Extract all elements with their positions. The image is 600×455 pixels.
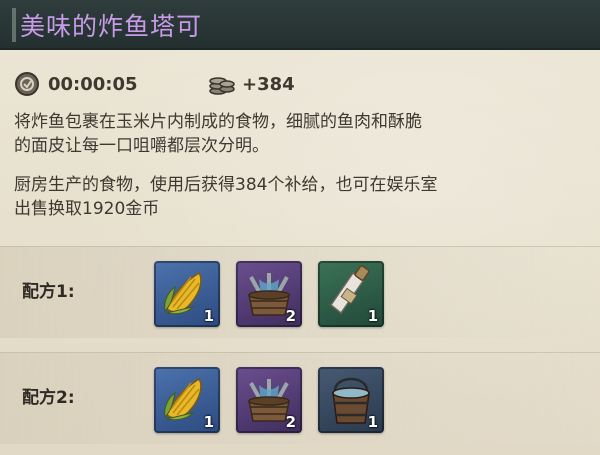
ingredient-slot-fish-basket[interactable]: 2 bbox=[236, 367, 302, 433]
ingredient-slot-fish-basket[interactable]: 2 bbox=[236, 261, 302, 327]
ingredient-quantity: 1 bbox=[203, 413, 214, 431]
ingredient-slot-corn[interactable]: 1 bbox=[154, 261, 220, 327]
item-detail-panel: 美味的炸鱼塔可 00:00:05 +384 将炸鱼包裹在玉米片内制成的食物，细腻… bbox=[0, 0, 600, 455]
ingredient-slot-water-bucket[interactable]: 1 bbox=[318, 367, 384, 433]
coin-stack-icon bbox=[208, 71, 235, 97]
ingredient-slot-corn[interactable]: 1 bbox=[154, 367, 220, 433]
production-time-value: 00:00:05 bbox=[48, 73, 138, 95]
supply-reward-value: +384 bbox=[242, 73, 295, 95]
description-line: 厨房生产的食物，使用后获得384个补给，也可在娱乐室 bbox=[14, 175, 438, 195]
description-line: 将炸鱼包裹在玉米片内制成的食物，细腻的鱼肉和酥脆 bbox=[14, 112, 422, 132]
ingredient-quantity: 1 bbox=[203, 307, 214, 325]
description-line: 出售换取1920金币 bbox=[14, 199, 160, 219]
title-accent bbox=[12, 8, 16, 42]
ingredient-quantity: 2 bbox=[285, 307, 296, 325]
item-usage-text: 厨房生产的食物，使用后获得384个补给，也可在娱乐室 出售换取1920金币 bbox=[14, 173, 589, 221]
item-description: 将炸鱼包裹在玉米片内制成的食物，细腻的鱼肉和酥脆 的面皮让每一口咀嚼都层次分明。 bbox=[14, 110, 589, 158]
recipe-row-1: 配方1: 1 2 1 bbox=[0, 246, 600, 338]
item-title: 美味的炸鱼塔可 bbox=[20, 12, 203, 41]
coin-timer-icon bbox=[14, 71, 40, 97]
description-line: 的面皮让每一口咀嚼都层次分明。 bbox=[14, 136, 269, 156]
supply-reward: +384 bbox=[208, 70, 295, 98]
recipe-row-2: 配方2: 1 2 1 bbox=[0, 352, 600, 444]
title-bar: 美味的炸鱼塔可 bbox=[0, 0, 600, 50]
production-time: 00:00:05 bbox=[14, 70, 138, 98]
recipe-label: 配方1: bbox=[22, 282, 75, 302]
ingredient-quantity: 1 bbox=[367, 307, 378, 325]
recipe-label: 配方2: bbox=[22, 388, 75, 408]
ingredient-slot-salt-bottle[interactable]: 1 bbox=[318, 261, 384, 327]
ingredient-quantity: 2 bbox=[285, 413, 296, 431]
ingredient-quantity: 1 bbox=[367, 413, 378, 431]
